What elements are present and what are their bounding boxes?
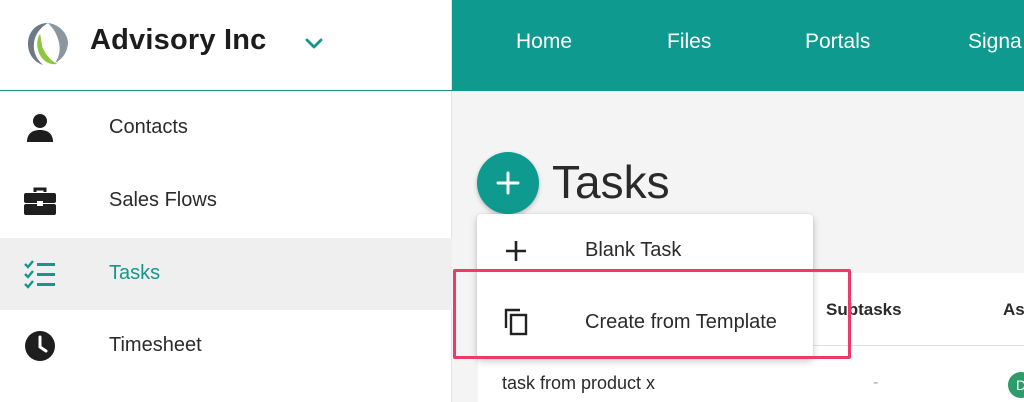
brand-header: Advisory Inc xyxy=(0,0,452,91)
top-nav-bar: Home Files Portals Signa xyxy=(452,0,1024,91)
sidebar-item-tasks[interactable]: Tasks xyxy=(0,238,452,310)
checklist-icon xyxy=(22,256,58,292)
person-icon xyxy=(22,110,58,146)
add-task-button[interactable] xyxy=(477,152,539,214)
sidebar-item-label: Timesheet xyxy=(109,334,202,356)
copy-icon xyxy=(504,308,528,336)
nav-link-files[interactable]: Files xyxy=(667,30,711,54)
advisory-logo xyxy=(28,23,68,65)
sidebar-item-sales-flows[interactable]: Sales Flows xyxy=(0,165,452,237)
brand-name: Advisory Inc xyxy=(90,24,267,56)
column-header-subtasks[interactable]: Subtasks xyxy=(826,300,902,320)
menu-item-blank-task[interactable]: Blank Task xyxy=(477,214,813,286)
menu-item-label: Blank Task xyxy=(585,239,682,261)
sidebar-item-label: Sales Flows xyxy=(109,189,217,211)
plus-icon xyxy=(496,171,520,195)
sidebar-item-contacts[interactable]: Contacts xyxy=(0,92,452,164)
nav-link-signatures[interactable]: Signa xyxy=(968,30,1022,54)
sidebar-item-label: Tasks xyxy=(109,262,161,284)
column-header-assignee[interactable]: As xyxy=(1003,300,1024,320)
clock-icon xyxy=(22,328,58,364)
plus-icon xyxy=(506,241,526,261)
task-name-cell[interactable]: task from product x xyxy=(502,373,655,394)
nav-link-home[interactable]: Home xyxy=(516,30,572,54)
app-root: Advisory Inc Contacts Sales Flows Tasks … xyxy=(0,0,1024,402)
sidebar-item-label: Contacts xyxy=(109,116,188,138)
briefcase-icon xyxy=(22,183,58,219)
chevron-down-icon[interactable] xyxy=(302,32,326,56)
menu-item-create-from-template[interactable]: Create from Template xyxy=(477,286,813,358)
sidebar: Advisory Inc Contacts Sales Flows Tasks … xyxy=(0,0,452,402)
sidebar-item-timesheet[interactable]: Timesheet xyxy=(0,310,452,382)
menu-item-label: Create from Template xyxy=(585,311,777,333)
page-title: Tasks xyxy=(552,156,670,208)
subtasks-cell: - xyxy=(873,374,879,391)
add-task-menu: Blank Task Create from Template xyxy=(477,214,813,358)
nav-link-portals[interactable]: Portals xyxy=(805,30,870,54)
